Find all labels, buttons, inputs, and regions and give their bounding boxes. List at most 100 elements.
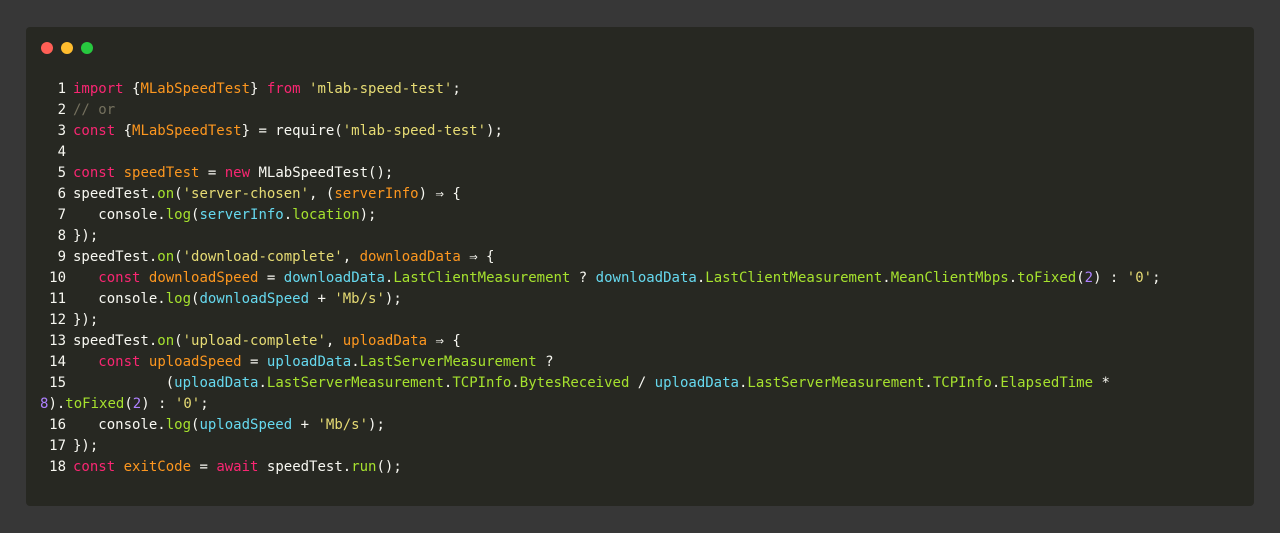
code-window: 1 import {MLabSpeedTest} from 'mlab-speed…	[26, 27, 1254, 506]
code-token: speedTest.	[258, 459, 352, 475]
code-token: 2	[132, 396, 142, 412]
code-text: console.log(uploadSpeed + 'Mb/s');	[73, 415, 385, 436]
code-token: });	[73, 438, 99, 454]
line-number: 14	[49, 354, 66, 370]
code-token: const	[73, 459, 116, 475]
code-token: console.	[73, 291, 166, 307]
code-text: import {MLabSpeedTest} from 'mlab-speed-…	[73, 79, 461, 100]
code-token: ,	[325, 333, 343, 349]
code-token: log	[165, 291, 192, 307]
code-token: ;	[200, 396, 209, 412]
code-token: }	[250, 81, 267, 97]
close-dot-icon[interactable]	[41, 42, 53, 54]
code-token: (	[174, 333, 183, 349]
code-text: speedTest.on('upload-complete', uploadDa…	[73, 331, 461, 352]
code-token: 'Mb/s'	[334, 291, 385, 307]
code-line: 8});	[40, 226, 1161, 247]
code-token: {	[115, 123, 133, 139]
line-number: 4	[57, 144, 66, 160]
code-token: +	[292, 417, 318, 433]
code-token: import	[73, 81, 124, 97]
code-text: console.log(downloadSpeed + 'Mb/s');	[73, 289, 402, 310]
code-token: ) ⇒ {	[418, 186, 461, 202]
code-line: 15 (uploadData.LastServerMeasurement.TCP…	[40, 373, 1161, 394]
code-token: 2	[1084, 270, 1094, 286]
line-number: 6	[57, 186, 66, 202]
line-number: 17	[49, 438, 66, 454]
code-token: downloadSpeed	[199, 291, 310, 307]
code-token: .	[696, 270, 706, 286]
code-token: MLabSpeedTest	[140, 81, 251, 97]
code-token: (	[73, 375, 175, 391]
code-token: console.	[73, 207, 166, 223]
code-token: TCPInfo	[932, 375, 992, 391]
code-token: (	[174, 186, 183, 202]
code-line: 3 const {MLabSpeedTest} = require('mlab-s…	[40, 121, 1161, 142]
code-line: 10 const downloadSpeed = downloadData.La…	[40, 268, 1161, 289]
maximize-dot-icon[interactable]	[81, 42, 93, 54]
window-controls	[41, 42, 93, 54]
code-token: *	[1093, 375, 1110, 391]
code-token: (	[124, 396, 133, 412]
code-token: );	[359, 207, 377, 223]
code-token: ⇒ {	[460, 249, 495, 265]
code-token: ;	[1152, 270, 1161, 286]
code-token: serverInfo	[334, 186, 419, 202]
code-token: location	[292, 207, 360, 223]
code-token: speedTest.	[73, 186, 158, 202]
code-token: ();	[376, 459, 402, 475]
code-line: 16 console.log(uploadSpeed + 'Mb/s');	[40, 415, 1161, 436]
code-token: MeanClientMbps	[890, 270, 1009, 286]
code-token: uploadData	[266, 354, 352, 370]
code-token: on	[157, 186, 175, 202]
code-token: LastServerMeasurement	[359, 354, 537, 370]
code-line: 2 // or	[40, 100, 1161, 121]
code-text: const uploadSpeed = uploadData.LastServe…	[73, 352, 553, 373]
minimize-dot-icon[interactable]	[61, 42, 73, 54]
code-text: (uploadData.LastServerMeasurement.TCPInf…	[73, 373, 1110, 394]
line-number: 10	[49, 270, 66, 286]
code-token: ) :	[141, 396, 175, 412]
code-text: });	[73, 310, 98, 331]
line-number: 3	[57, 123, 66, 139]
code-token: } = require(	[241, 123, 343, 139]
code-token: 'server-chosen'	[182, 186, 310, 202]
code-line: 5 const speedTest = new MLabSpeedTest();	[40, 163, 1161, 184]
code-token: .	[258, 375, 267, 391]
code-token: 'mlab-speed-test'	[309, 81, 453, 97]
code-token: =	[258, 270, 284, 286]
code-token: .	[283, 207, 293, 223]
code-token: downloadData	[359, 249, 461, 265]
code-token: on	[157, 333, 175, 349]
code-line: 9 speedTest.on('download-complete', downl…	[40, 247, 1161, 268]
code-line: 7 console.log(serverInfo.location);	[40, 205, 1161, 226]
code-text: const exitCode = await speedTest.run();	[73, 457, 402, 478]
code-token: speedTest.	[73, 333, 158, 349]
code-token: });	[73, 312, 99, 328]
code-token: ,	[342, 249, 360, 265]
code-token: .	[924, 375, 933, 391]
code-token: uploadData	[654, 375, 739, 391]
code-token: await	[216, 459, 259, 475]
code-line: 11 console.log(downloadSpeed + 'Mb/s');	[40, 289, 1161, 310]
code-token: );	[384, 291, 402, 307]
code-token: toFixed	[65, 396, 125, 412]
code-token: const	[73, 123, 116, 139]
code-block: 1 import {MLabSpeedTest} from 'mlab-speed…	[40, 79, 1161, 478]
code-line: 8).toFixed(2) : '0';	[40, 394, 1161, 415]
code-token: uploadData	[342, 333, 428, 349]
code-text: 8).toFixed(2) : '0';	[40, 394, 209, 415]
code-token: on	[157, 249, 175, 265]
code-token: =	[199, 165, 225, 181]
code-line: 12});	[40, 310, 1161, 331]
code-token: , (	[309, 186, 335, 202]
code-token: BytesReceived	[519, 375, 630, 391]
code-token: ElapsedTime	[1000, 375, 1094, 391]
code-token: LastClientMeasurement	[705, 270, 883, 286]
